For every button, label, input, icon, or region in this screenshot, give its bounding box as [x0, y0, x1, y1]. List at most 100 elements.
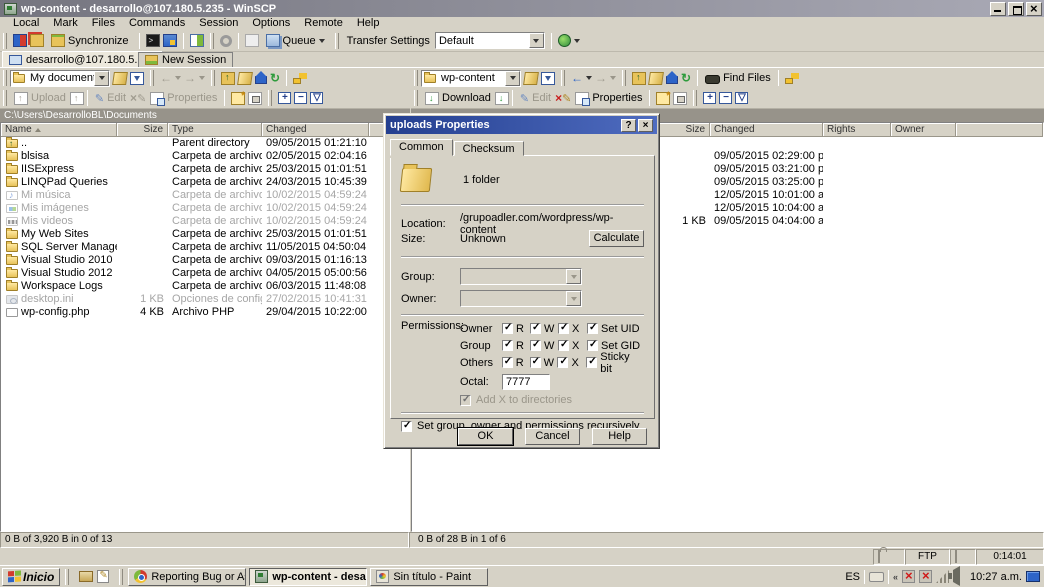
file-row[interactable]: LINQPad Queries Carpeta de archivos 24/0…	[1, 176, 409, 189]
file-row[interactable]: Mis imágenes Carpeta de archivos 10/02/2…	[1, 202, 409, 215]
toolbar-grip[interactable]	[335, 33, 339, 49]
ok-button[interactable]: OK	[458, 428, 513, 445]
tray-disconnected-icon-2[interactable]	[919, 570, 932, 583]
addx-checkbox[interactable]	[460, 395, 471, 406]
file-row[interactable]: wp-config.php 4 KB Archivo PHP 29/04/201…	[1, 306, 409, 319]
forward-icon[interactable]: →	[184, 72, 196, 85]
remote-column-owner[interactable]: Owner	[891, 123, 956, 137]
file-row[interactable]: Mi música Carpeta de archivos 10/02/2015…	[1, 189, 409, 202]
perm-exec-checkbox[interactable]	[558, 323, 569, 334]
perm-write-checkbox[interactable]	[530, 340, 541, 351]
back-icon[interactable]: ←	[160, 72, 172, 85]
file-row[interactable]: desktop.ini 1 KB Opciones de config... 2…	[1, 293, 409, 306]
dialog-titlebar[interactable]: uploads Properties ? ×	[386, 116, 657, 134]
upload-background-icon[interactable]	[70, 92, 84, 105]
volume-icon[interactable]	[953, 566, 960, 586]
local-rename-icon[interactable]: ✎	[137, 92, 146, 105]
session-tab-new[interactable]: New Session	[138, 52, 233, 67]
invert-selection-icon[interactable]: ▽	[310, 92, 323, 104]
remote-properties-button[interactable]: Properties	[571, 91, 646, 106]
remote-refresh-icon[interactable]: ↻	[681, 72, 691, 85]
filter-icon[interactable]	[130, 72, 144, 85]
file-row[interactable]: Mis videos Carpeta de archivos 10/02/201…	[1, 215, 409, 228]
perm-read-checkbox[interactable]	[502, 357, 513, 368]
perm-special-checkbox[interactable]	[587, 340, 598, 351]
menu-item[interactable]: Mark	[46, 17, 84, 30]
calculate-button[interactable]: Calculate	[589, 230, 644, 247]
remote-back-icon[interactable]: ←	[571, 72, 583, 85]
select-files-icon[interactable]: +	[278, 92, 291, 104]
column-changed[interactable]: Changed	[262, 123, 369, 137]
remote-delete-icon[interactable]: ×	[555, 92, 562, 105]
open-terminal-icon[interactable]	[146, 34, 160, 47]
file-row[interactable]: Workspace Logs Carpeta de archivos 06/03…	[1, 280, 409, 293]
session-dropdown-caret[interactable]	[574, 39, 580, 43]
session-generate-icon[interactable]	[558, 34, 571, 47]
perm-special-checkbox[interactable]	[586, 357, 597, 368]
start-button[interactable]: Inicio	[2, 568, 60, 586]
perm-exec-checkbox[interactable]	[558, 340, 569, 351]
cancel-button[interactable]: Cancel	[525, 428, 580, 445]
editor-quicklaunch-icon[interactable]	[97, 570, 109, 583]
queue-button[interactable]: Queue	[262, 33, 329, 48]
remote-column-rights[interactable]: Rights	[823, 123, 891, 137]
column-size[interactable]: Size	[117, 123, 168, 137]
tab-common[interactable]: Common	[390, 139, 453, 156]
menu-item[interactable]: Session	[192, 17, 245, 30]
remote-select-files-icon[interactable]: +	[703, 92, 716, 104]
menu-item[interactable]: Files	[85, 17, 122, 30]
task-button[interactable]: Sin título - Paint	[370, 568, 488, 586]
dialog-help-icon[interactable]: ?	[621, 119, 636, 132]
toolbar-grip[interactable]	[210, 33, 214, 49]
file-row[interactable]: SQL Server Manageme... Carpeta de archiv…	[1, 241, 409, 254]
transfer-settings-dropdown[interactable]	[529, 33, 544, 48]
open-directory-icon[interactable]	[112, 72, 128, 85]
menu-item[interactable]: Options	[245, 17, 297, 30]
synchronize-button[interactable]: Synchronize	[47, 33, 133, 48]
file-row[interactable]: .. Parent directory 09/05/2015 01:21:10 …	[1, 137, 409, 150]
task-button[interactable]: Reporting Bug or Asking ...	[128, 568, 246, 586]
remote-root-directory-icon[interactable]	[648, 72, 664, 85]
clock[interactable]: 10:27 a.m.	[970, 571, 1022, 583]
perm-write-checkbox[interactable]	[530, 357, 541, 368]
download-background-icon[interactable]	[495, 92, 509, 105]
menu-item[interactable]: Commands	[122, 17, 192, 30]
remote-open-directory-icon[interactable]	[523, 72, 539, 85]
queue-show-icon[interactable]	[245, 34, 259, 47]
remote-drive-dropdown[interactable]	[505, 71, 520, 86]
preferences-gear-icon[interactable]	[220, 35, 232, 47]
octal-input[interactable]: 7777	[502, 374, 550, 390]
local-edit-button[interactable]: ✎Edit	[91, 91, 130, 106]
remote-invert-selection-icon[interactable]: ▽	[735, 92, 748, 104]
dialog-close-icon[interactable]: ×	[638, 119, 653, 132]
remote-forward-icon[interactable]: →	[595, 72, 607, 85]
local-path-bar[interactable]: C:\Users\DesarrolloBL\Documents	[0, 108, 410, 122]
keyboard-icon[interactable]	[869, 572, 884, 582]
local-properties-button[interactable]: Properties	[146, 91, 221, 106]
restore-button[interactable]	[1008, 2, 1024, 16]
file-row[interactable]: IISExpress Carpeta de archivos 25/03/201…	[1, 163, 409, 176]
root-directory-icon[interactable]	[237, 72, 253, 85]
transfer-settings-combo[interactable]: Default	[435, 32, 545, 49]
directory-tree-icon[interactable]	[293, 78, 301, 84]
open-putty-icon[interactable]	[163, 34, 177, 47]
refresh-icon[interactable]: ↻	[270, 72, 280, 85]
show-desktop-icon[interactable]	[1026, 571, 1040, 582]
find-files-button[interactable]: Find Files	[701, 71, 775, 85]
perm-write-checkbox[interactable]	[530, 323, 541, 334]
remote-filter-icon[interactable]	[541, 72, 555, 85]
local-drive-dropdown[interactable]	[94, 71, 109, 86]
remote-home-directory-icon[interactable]	[666, 76, 678, 84]
explorer-view-icon[interactable]	[190, 34, 204, 47]
toolbar-grip[interactable]	[3, 33, 7, 49]
help-button[interactable]: Help	[592, 428, 647, 445]
perm-read-checkbox[interactable]	[502, 323, 513, 334]
remote-select-icon[interactable]	[673, 92, 687, 105]
task-button[interactable]: wp-content - desarrol...	[249, 568, 367, 586]
new-folder-icon[interactable]	[231, 92, 245, 105]
column-type[interactable]: Type	[168, 123, 262, 137]
file-row[interactable]: My Web Sites Carpeta de archivos 25/03/2…	[1, 228, 409, 241]
remote-tree-icon[interactable]	[785, 78, 793, 84]
remote-parent-directory-icon[interactable]	[632, 72, 646, 85]
remote-edit-button[interactable]: ✎Edit	[516, 91, 555, 106]
